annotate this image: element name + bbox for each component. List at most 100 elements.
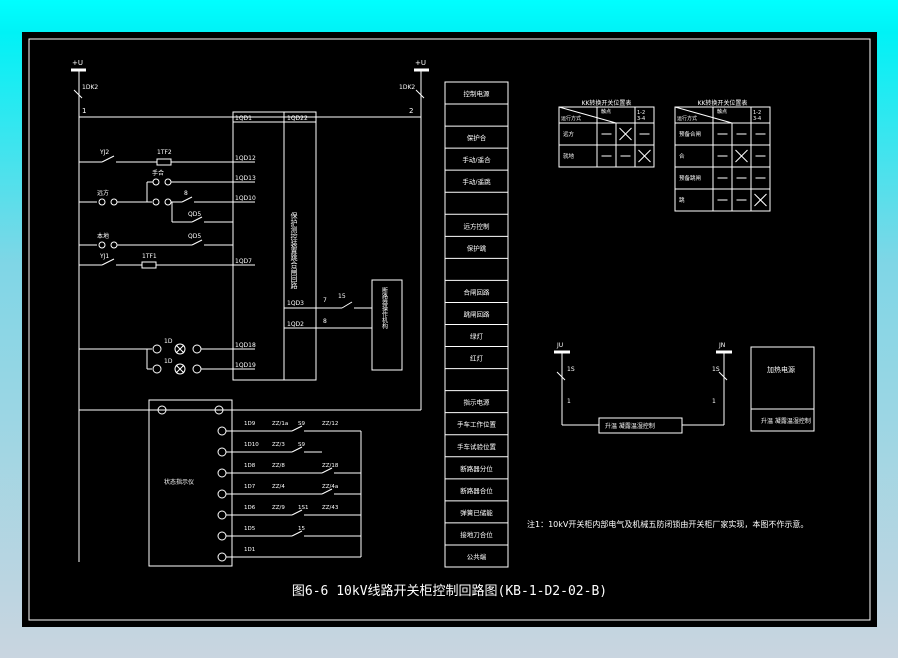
terminal-sw: 1S1 — [298, 505, 309, 511]
note-text: 注1：10kV开关柜内部电气及机械五防闭锁由开关柜厂家实现，本图不作示意。 — [527, 519, 808, 529]
relay-terminal: 1QD1 — [235, 115, 252, 122]
function-cell-label: 断路器合位 — [460, 486, 493, 495]
bus-left-label: +U — [72, 59, 83, 67]
function-cell-label: 公共端 — [467, 552, 487, 561]
heater-box-label: 升温 凝露温湿控制 — [605, 422, 655, 430]
terminal-cab: ZZ/9 — [272, 505, 285, 511]
heater-bus-left: JU — [556, 342, 563, 349]
function-column: 控制电源保护合手动/遥合手动/遥跳远方控制保护跳合闸回路跳闸回路绿灯红灯指示电源… — [444, 81, 509, 568]
table-row-label: 预备合闸 — [679, 130, 701, 138]
trip-link-label: 15 — [338, 293, 346, 300]
switch-table-2: KK转换开关位置表触点运行方式1-23-4预备合闸合预备跳闸跳 — [674, 99, 771, 212]
table-title: KK转换开关位置表 — [698, 99, 748, 107]
function-cell-label: 接地刀合位 — [460, 530, 493, 539]
table-row-label: 远方 — [563, 130, 575, 138]
fuse-right-label: 1DK2 — [399, 84, 415, 91]
fuse-left-label: 1DK2 — [82, 84, 98, 91]
function-cell-label: 保护跳 — [467, 243, 487, 252]
wire-left-num: 1 — [82, 107, 86, 115]
contact-label: QD5 — [188, 211, 201, 218]
wire-right-num: 2 — [409, 107, 413, 115]
table-corner-top: 触点 — [601, 108, 611, 115]
function-cell-label: 弹簧已储能 — [460, 508, 493, 517]
terminal-out: ZZ/12 — [322, 421, 338, 427]
function-cell-label: 手车试验位置 — [457, 442, 497, 451]
terminal-out: ZZ/43 — [322, 505, 339, 511]
table-col-header: 3-4 — [637, 116, 645, 122]
function-cell-label: 红灯 — [470, 354, 484, 363]
terminal-cab: ZZ/8 — [272, 463, 285, 469]
relay-box-label: 保护测控装置跳合闸回路 — [290, 211, 298, 290]
contact-label: 1TF1 — [142, 253, 157, 260]
table-row-label: 合 — [679, 152, 685, 160]
relay-terminal: 1QD7 — [235, 258, 252, 265]
table-corner-top: 触点 — [717, 108, 727, 115]
trip-link-label: 8 — [323, 318, 327, 325]
indicator-terminals — [217, 426, 227, 562]
table-row-label: 预备跳闸 — [679, 174, 701, 182]
relay-terminal: 1QD13 — [235, 175, 256, 182]
table-row-label: 就地 — [563, 152, 575, 160]
heater-side-bottom: 升温 凝露温湿控制 — [761, 417, 811, 425]
terminal-num: 1D8 — [244, 463, 256, 469]
relay-terminal: 1QD2 — [287, 321, 304, 328]
table-corner-bottom: 运行方式 — [561, 115, 581, 122]
mechanism-box-label: 断路器操作机构 — [381, 286, 388, 330]
function-cell-label: 保护合 — [467, 133, 487, 142]
drawing-canvas: +U +U 1DK2 1DK2 1 2 保护测控装置跳合闸回路 1QD1 1QD… — [22, 32, 877, 627]
terminal-num: 1D7 — [244, 484, 256, 490]
terminal-sw: S9 — [298, 442, 305, 448]
terminal-num: 1D1 — [244, 547, 255, 553]
function-cell-label: 跳闸回路 — [464, 309, 491, 318]
function-cell-label: 手车工作位置 — [457, 420, 497, 429]
heater-node-right: 1 — [712, 398, 716, 405]
contact-label: 1TF2 — [157, 149, 172, 156]
relay-terminal: 1QD3 — [287, 300, 304, 307]
table-title: KK转换开关位置表 — [582, 99, 632, 107]
function-cell-label: 合闸回路 — [464, 287, 491, 296]
left-branches — [79, 155, 233, 375]
function-cell-label: 绿灯 — [470, 332, 484, 341]
relay-terminal: 1QD22 — [287, 115, 308, 122]
relay-terminal: 1QD12 — [235, 155, 256, 162]
terminal-num: 1D9 — [244, 421, 256, 427]
contact-label: YJ1 — [99, 253, 109, 260]
function-cell-label: 手动/遥跳 — [462, 177, 491, 186]
contact-label: YJ2 — [99, 149, 109, 156]
heater-side-top: 加热电源 — [767, 365, 795, 374]
heater-node-left: 1 — [567, 398, 571, 405]
terminal-cab: ZZ/3 — [272, 442, 285, 448]
relay-left-terminals — [233, 161, 255, 370]
contact-label: 远方 — [97, 189, 109, 197]
heater-sw-left: 1S — [567, 366, 575, 373]
indicator-box-label: 状态指示仪 — [164, 478, 194, 486]
contact-label: 本地 — [97, 232, 109, 240]
terminal-cab: ZZ/4 — [272, 484, 285, 490]
contact-label: QD5 — [188, 233, 201, 240]
heater-circuit: JU JN 1S 1S 1 1 升温 凝露温湿控制 加热电源 升温 凝露温湿控制 — [554, 342, 815, 434]
table-col-header: 3-4 — [753, 116, 761, 122]
relay-terminal: 1QD18 — [235, 342, 256, 349]
terminal-num: 1D5 — [244, 526, 256, 532]
terminal-sw: 15 — [298, 526, 305, 532]
function-cell-label: 手动/遥合 — [462, 155, 491, 164]
trip-link-label: 7 — [323, 297, 327, 304]
terminal-num: 1D6 — [244, 505, 256, 511]
heater-bus-right: JN — [718, 342, 725, 349]
function-cell-label: 控制电源 — [464, 89, 491, 98]
control-circuit-diagram: +U +U 1DK2 1DK2 1 2 保护测控装置跳合闸回路 1QD1 1QD… — [28, 38, 871, 621]
switch-table-1: KK转换开关位置表触点运行方式1-23-4远方就地 — [558, 99, 655, 168]
bus-right-label: +U — [415, 59, 426, 67]
terminal-cab: ZZ/1a — [272, 421, 288, 427]
contact-label: 手合 — [152, 169, 164, 177]
contact-label: 1D — [164, 338, 173, 345]
contact-label: 1D — [164, 358, 173, 365]
table-corner-bottom: 运行方式 — [677, 115, 697, 122]
function-cell-label: 断路器分位 — [460, 464, 493, 473]
table-row-label: 跳 — [679, 196, 685, 204]
heater-sw-right: 1S — [712, 366, 720, 373]
function-cell-label: 指示电源 — [464, 398, 491, 407]
figure-caption: 图6-6 10kV线路开关柜控制回路图(KB-1-D2-02-B) — [291, 584, 608, 599]
function-cell-label: 远方控制 — [464, 221, 491, 230]
terminal-out: ZZ/4a — [322, 484, 338, 490]
